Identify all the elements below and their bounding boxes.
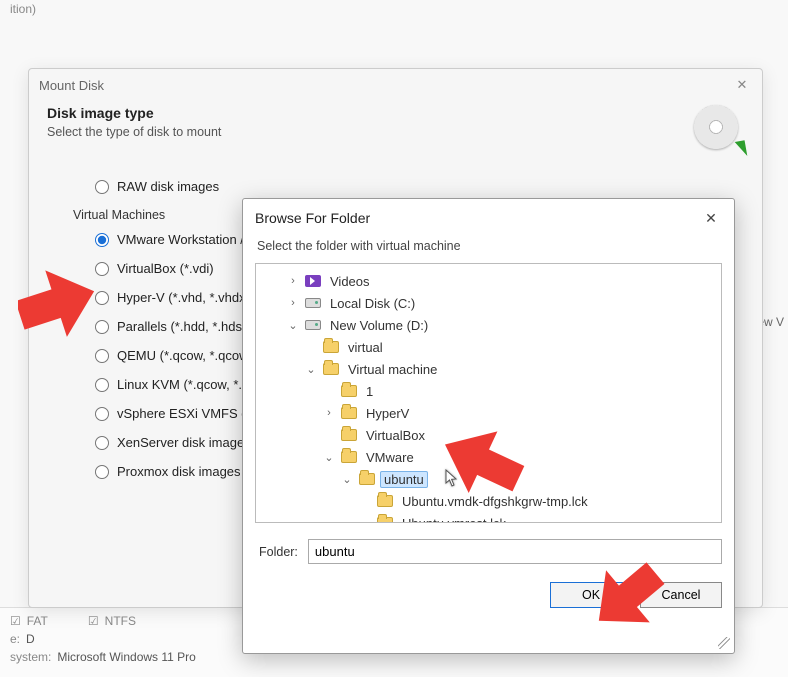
window-title-fragment: ition) — [10, 2, 36, 16]
folder-tree[interactable]: ›Videos ›Local Disk (C:) ⌄New Volume (D:… — [255, 263, 722, 523]
disc-icon — [694, 105, 744, 155]
browse-subtitle: Select the folder with virtual machine — [243, 237, 734, 263]
tree-item-1[interactable]: 1 — [260, 380, 717, 402]
tree-item-vmware[interactable]: ⌄VMware — [260, 446, 717, 468]
folder-icon — [358, 471, 376, 487]
mount-dialog-title: Mount Disk — [39, 78, 104, 93]
fs-fat-label: FAT — [27, 614, 48, 628]
folder-icon — [340, 383, 358, 399]
tree-item-local-c[interactable]: ›Local Disk (C:) — [260, 292, 717, 314]
folder-icon — [340, 427, 358, 443]
radio-xenserver[interactable] — [95, 436, 109, 450]
radio-linuxkvm[interactable] — [95, 378, 109, 392]
fs-ntfs-label: NTFS — [105, 614, 136, 628]
folder-icon — [340, 405, 358, 421]
radio-xenserver-label: XenServer disk images — [117, 435, 251, 450]
radio-qemu[interactable] — [95, 349, 109, 363]
drive-icon — [304, 317, 322, 333]
tree-item-new-volume[interactable]: ⌄New Volume (D:) — [260, 314, 717, 336]
ok-button[interactable]: OK — [550, 582, 632, 608]
radio-raw-label: RAW disk images — [117, 179, 219, 194]
tree-item-ubuntu[interactable]: ⌄ubuntu — [260, 468, 717, 490]
resize-grip[interactable] — [718, 637, 730, 649]
tree-item-hyperv[interactable]: ›HyperV — [260, 402, 717, 424]
radio-proxmox[interactable] — [95, 465, 109, 479]
tree-item-lck2[interactable]: Ubuntu.vmrest.lck — [260, 512, 717, 523]
folder-icon — [322, 361, 340, 377]
browse-title: Browse For Folder — [255, 210, 370, 226]
tree-item-videos[interactable]: ›Videos — [260, 270, 717, 292]
tree-item-virtual[interactable]: virtual — [260, 336, 717, 358]
cancel-button[interactable]: Cancel — [640, 582, 722, 608]
radio-proxmox-label: Proxmox disk images — [117, 464, 241, 479]
drive-label: e: — [10, 632, 20, 646]
radio-qemu-label: QEMU (*.qcow, *.qcow2, — [117, 348, 259, 363]
folder-icon — [322, 339, 340, 355]
radio-raw[interactable] — [95, 180, 109, 194]
mount-heading: Disk image type — [47, 105, 221, 121]
drive-value: D — [26, 632, 35, 646]
cursor-icon — [445, 469, 459, 487]
folder-label: Folder: — [259, 545, 298, 559]
browse-folder-dialog: Browse For Folder ✕ Select the folder wi… — [242, 198, 735, 654]
radio-hyperv[interactable] — [95, 291, 109, 305]
radio-vmware[interactable] — [95, 233, 109, 247]
folder-icon — [376, 493, 394, 509]
radio-parallels[interactable] — [95, 320, 109, 334]
tree-item-virtualbox[interactable]: VirtualBox — [260, 424, 717, 446]
videos-icon — [304, 273, 322, 289]
radio-virtualbox[interactable] — [95, 262, 109, 276]
radio-parallels-label: Parallels (*.hdd, *.hds) — [117, 319, 246, 334]
os-label: system: — [10, 650, 51, 664]
radio-vsphere[interactable] — [95, 407, 109, 421]
drive-icon — [304, 295, 322, 311]
folder-icon — [376, 515, 394, 523]
folder-icon — [340, 449, 358, 465]
close-icon[interactable]: ✕ — [732, 75, 752, 95]
tree-item-virtual-machine[interactable]: ⌄Virtual machine — [260, 358, 717, 380]
radio-hyperv-label: Hyper-V (*.vhd, *.vhdx) — [117, 290, 250, 305]
mount-subtitle: Select the type of disk to mount — [47, 125, 221, 139]
close-icon[interactable]: ✕ — [700, 207, 722, 229]
os-value: Microsoft Windows 11 Pro — [57, 650, 196, 664]
tree-item-lck1[interactable]: Ubuntu.vmdk-dfgshkgrw-tmp.lck — [260, 490, 717, 512]
folder-input[interactable] — [308, 539, 722, 564]
radio-virtualbox-label: VirtualBox (*.vdi) — [117, 261, 214, 276]
